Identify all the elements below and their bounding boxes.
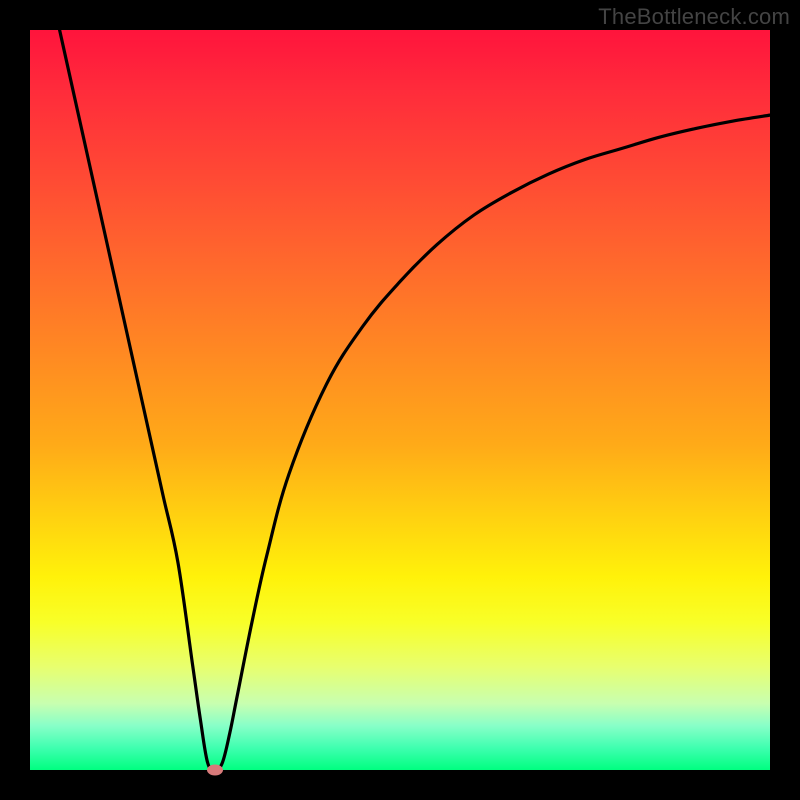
chart-frame: TheBottleneck.com — [0, 0, 800, 800]
plot-area — [30, 30, 770, 770]
optimum-marker — [207, 765, 223, 776]
bottleneck-curve — [60, 30, 770, 770]
curve-svg — [30, 30, 770, 770]
watermark-text: TheBottleneck.com — [598, 4, 790, 30]
